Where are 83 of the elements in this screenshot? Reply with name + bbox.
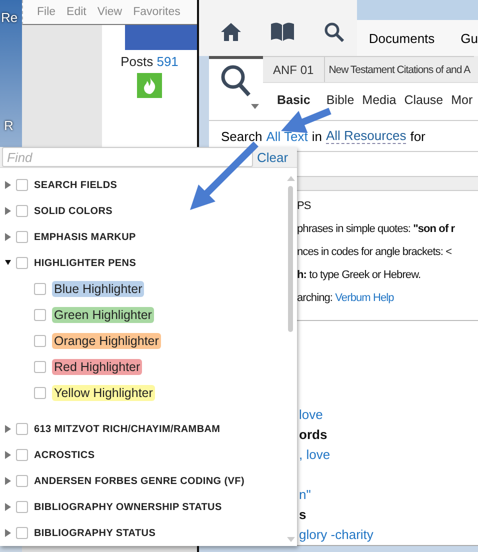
highlighter-label: Blue Highlighter [52,281,144,297]
scrollbar-thumb[interactable] [288,186,293,332]
nav-link[interactable]: Documents [368,30,435,46]
checkbox[interactable] [16,257,28,269]
checkbox[interactable] [16,449,28,461]
tip-text: h: to type Greek or Hebrew. [297,268,421,283]
expand-arrow-icon[interactable] [5,529,11,537]
example-link[interactable]: n" [299,485,478,505]
category-label: SEARCH FIELDS [34,180,118,190]
photo-placeholder [125,25,197,50]
menu-item[interactable]: Favorites [133,6,180,18]
expand-arrow-icon[interactable] [5,503,11,511]
category-label: HIGHLIGHTER PENS [34,258,136,268]
category-label: EMPHASIS MARKUP [34,232,136,242]
tip-text: arching: Verbum Help [297,291,394,306]
checkbox[interactable] [16,179,28,191]
collapse-arrow-icon[interactable] [5,259,11,267]
scope-link[interactable]: All Text [266,128,308,144]
expand-arrow-icon[interactable] [5,425,11,433]
example-heading: ords [299,426,328,444]
category-label: ACROSTICS [34,450,95,460]
checkbox[interactable] [16,231,28,243]
expand-arrow-icon[interactable] [5,451,11,459]
search-mode-tab[interactable]: Mor [451,92,473,106]
arrow [190,142,258,210]
search-icon [221,65,251,97]
resources-dropdown[interactable]: All Resources [326,128,406,144]
tab[interactable]: New Testament Citations of and A [324,56,474,82]
highlighter-label: Orange Highlighter [52,333,161,349]
highlighter-label: Green Highlighter [52,307,154,323]
checkbox[interactable] [16,527,28,539]
search-mode-tab[interactable]: Basic [277,92,310,106]
checkbox[interactable] [16,475,28,487]
checkbox[interactable] [16,423,28,435]
desktop-label: Re [1,10,18,25]
scroll-down-icon[interactable] [287,537,295,542]
checkbox[interactable] [16,501,28,513]
category-label: ANDERSEN FORBES GENRE CODING (VF) [34,476,245,486]
search-label: for [410,128,426,144]
example-heading: s [299,506,308,524]
example-link[interactable]: glory -charity [299,525,478,545]
checkbox[interactable] [34,361,46,373]
book-icon[interactable] [271,22,294,42]
checkbox[interactable] [16,205,28,217]
desktop-label: R [4,118,14,133]
expand-arrow-icon[interactable] [5,477,11,485]
menu-item[interactable]: File [37,6,56,18]
category-label: BIBLIOGRAPHY OWNERSHIP STATUS [34,502,222,512]
checkbox[interactable] [34,309,46,321]
search-label: Search [221,128,262,144]
nav-link[interactable]: Gu [460,30,478,46]
search-label: in [312,128,322,144]
tip-text: phrases in simple quotes: "son of r [297,222,455,237]
highlighter-label: Red Highlighter [52,359,142,375]
category-label: 613 MITZVOT RICH/CHAYIM/RAMBAM [34,424,220,434]
expand-arrow-icon[interactable] [5,207,11,215]
search-mode-tab[interactable]: Bible [326,92,354,106]
menu-item[interactable]: Edit [66,6,86,18]
help-link[interactable]: Verbum Help [335,292,394,304]
example-link[interactable]: , love [299,445,478,465]
category-label: SOLID COLORS [34,206,113,216]
menu-item[interactable]: View [97,6,122,18]
caret-icon[interactable] [251,104,259,109]
search-mode-tab[interactable]: Media [362,92,396,106]
tip-text: nces in codes for angle brackets: < [297,245,452,260]
highlighter-label: Yellow Highlighter [52,385,155,401]
checkbox[interactable] [34,335,46,347]
find-field[interactable]: Find [2,147,253,167]
example-link[interactable]: love [299,405,478,425]
tab[interactable]: ANF 01 [263,56,325,82]
checkbox[interactable] [34,387,46,399]
home-icon[interactable] [221,23,241,41]
posts-count[interactable]: 591 [156,54,178,69]
category-label: BIBLIOGRAPHY STATUS [34,528,156,538]
search-mode-tab[interactable]: Clause [404,92,444,106]
expand-arrow-icon[interactable] [5,233,11,241]
search-icon[interactable] [324,22,344,42]
posts-label: Posts [120,54,154,69]
badge-icon [137,73,162,98]
tip-text: PS [297,199,311,214]
checkbox[interactable] [34,283,46,295]
expand-arrow-icon[interactable] [5,181,11,189]
clear-link[interactable]: Clear [257,150,288,164]
